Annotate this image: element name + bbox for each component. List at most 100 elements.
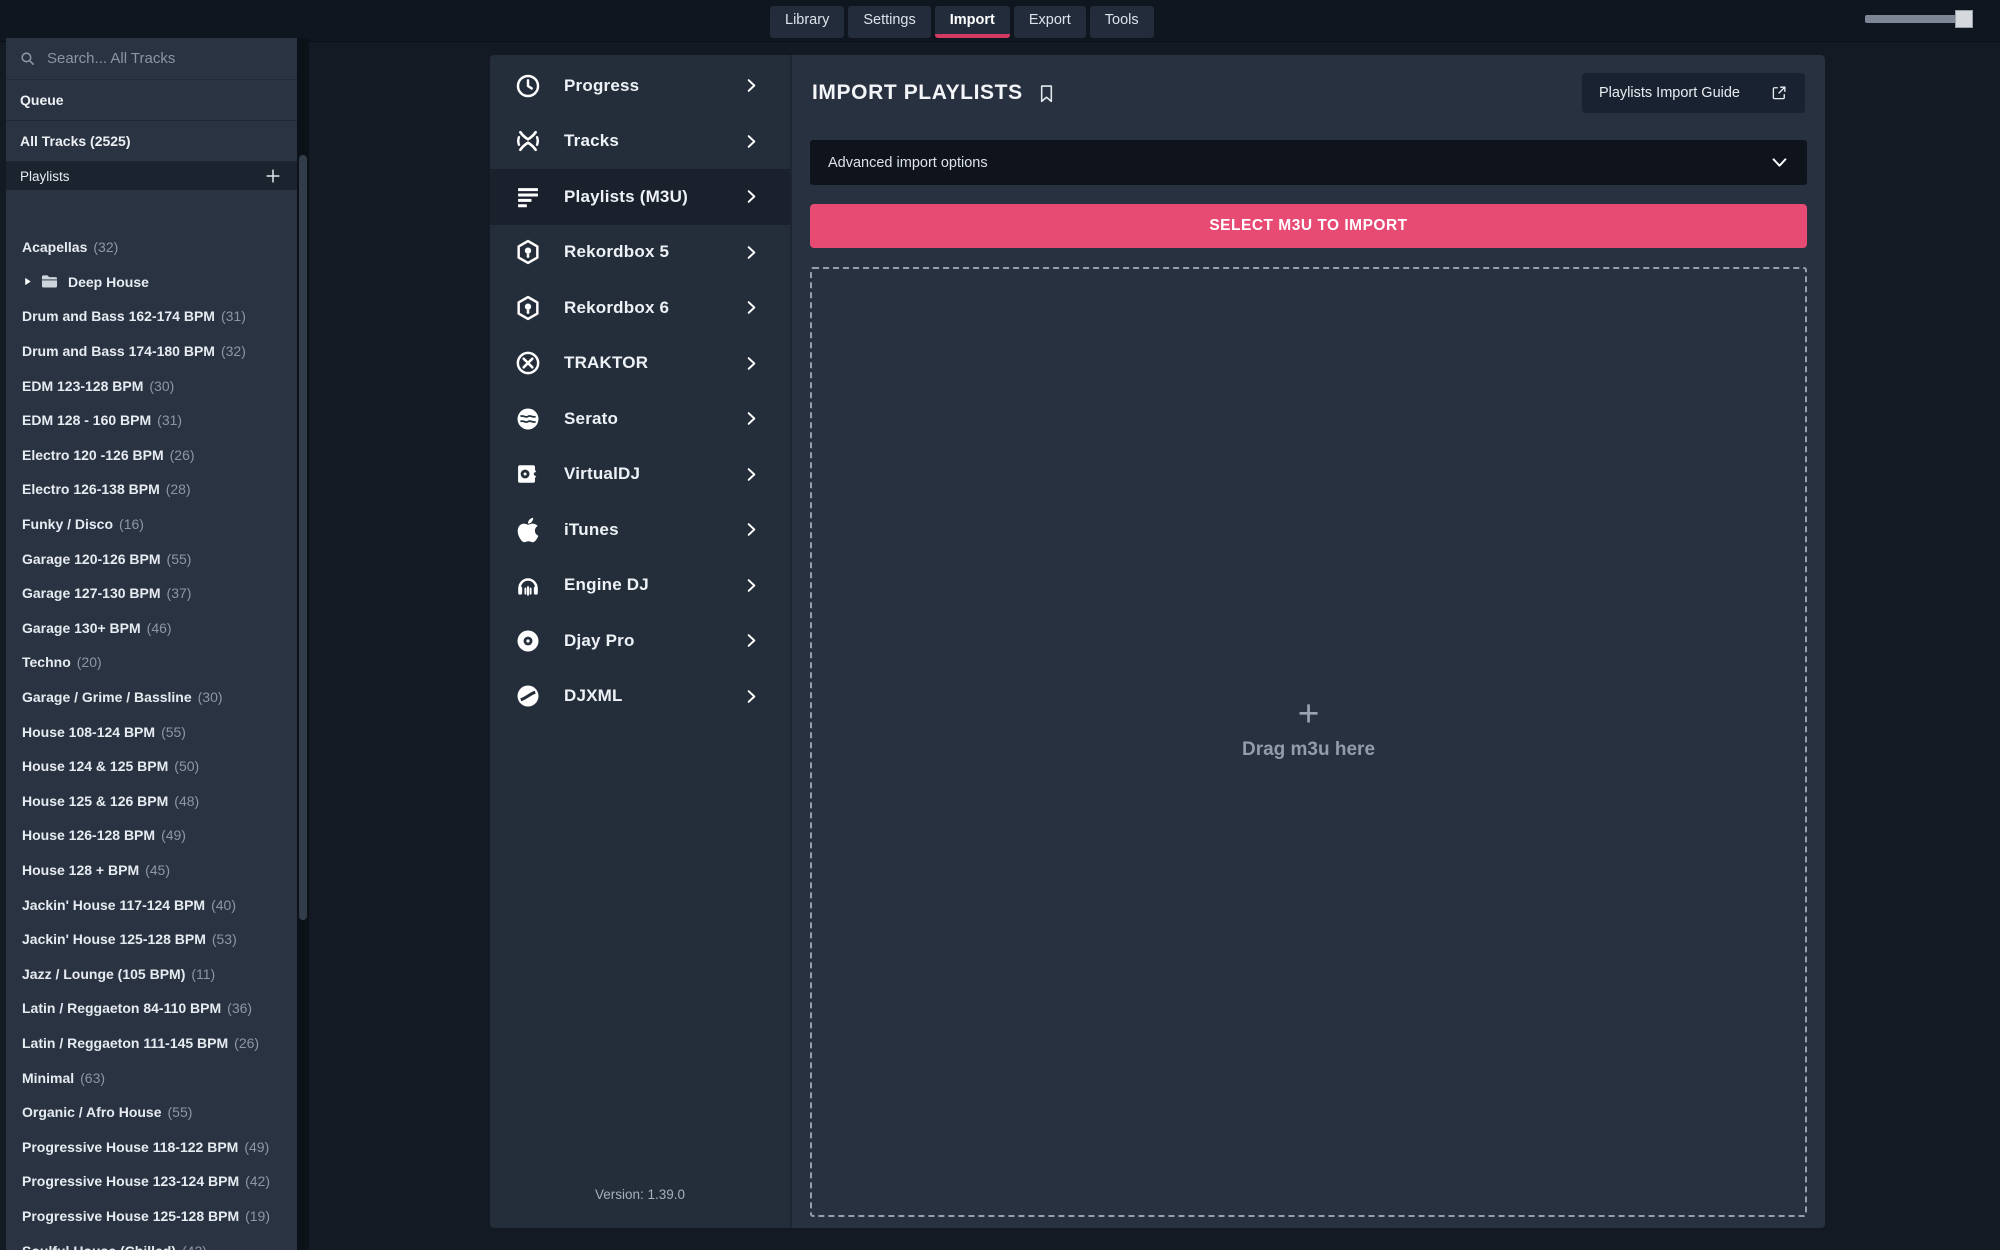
chevron-right-icon: [743, 632, 760, 649]
playlist-item[interactable]: Drum and Bass 174-180 BPM (32): [6, 334, 297, 369]
playlist-item[interactable]: Jackin' House 117-124 BPM (40): [6, 887, 297, 922]
sidebar-scrollbar[interactable]: [297, 38, 309, 1250]
import-source-item[interactable]: VirtualDJ: [490, 447, 790, 503]
select-m3u-button[interactable]: SELECT M3U TO IMPORT: [810, 204, 1807, 248]
playlist-item[interactable]: Electro 126-138 BPM (28): [6, 472, 297, 507]
playlist-item[interactable]: Garage 120-126 BPM (55): [6, 541, 297, 576]
import-source-item[interactable]: Serato: [490, 391, 790, 447]
bookmark-icon[interactable]: [1036, 83, 1057, 104]
playlist-count: (42): [182, 1243, 207, 1250]
playlist-name: House 126-128 BPM: [22, 827, 155, 843]
source-label: Djay Pro: [564, 631, 635, 651]
playlists-import-guide-button[interactable]: Playlists Import Guide: [1582, 73, 1805, 113]
playlist-name: Jackin' House 117-124 BPM: [22, 897, 205, 913]
source-label: Tracks: [564, 131, 619, 151]
import-source-item[interactable]: Rekordbox 6: [490, 280, 790, 336]
virtualdj-icon: [512, 458, 544, 490]
tab-tools[interactable]: Tools: [1090, 6, 1154, 38]
chevron-right-icon: [743, 521, 760, 538]
playlist-item[interactable]: Organic / Afro House (55): [6, 1095, 297, 1130]
tab-import[interactable]: Import: [935, 6, 1010, 38]
playlist-item[interactable]: House 125 & 126 BPM (48): [6, 784, 297, 819]
playlist-item[interactable]: Latin / Reggaeton 84-110 BPM (36): [6, 991, 297, 1026]
import-sources-list: Progress Tracks Playlists (M3U) Rekordbo…: [490, 55, 790, 724]
chevron-right-icon: [743, 133, 760, 150]
playlists-section-header[interactable]: Playlists: [6, 162, 297, 190]
import-source-item[interactable]: TRAKTOR: [490, 336, 790, 392]
search-input[interactable]: [47, 50, 284, 67]
djxml-icon: [512, 680, 544, 712]
sidebar-item-queue[interactable]: Queue: [6, 80, 297, 121]
rekordbox-icon: [512, 292, 544, 324]
playlist-item[interactable]: Jazz / Lounge (105 BPM) (11): [6, 956, 297, 991]
tab-settings[interactable]: Settings: [848, 6, 930, 38]
chevron-right-icon: [743, 688, 760, 705]
playlist-item[interactable]: Progressive House 118-122 BPM (49): [6, 1129, 297, 1164]
playlist-count: (32): [221, 343, 246, 359]
playlist-tree: Acapellas (32) Deep House Drum and Bass …: [6, 230, 297, 1250]
playlist-item[interactable]: Funky / Disco (16): [6, 507, 297, 542]
import-source-item[interactable]: Djay Pro: [490, 613, 790, 669]
playlist-name: Soulful House (Chilled): [22, 1243, 176, 1250]
playlist-name: Acapellas: [22, 239, 87, 255]
playlist-item[interactable]: Soulful House (Chilled) (42): [6, 1233, 297, 1250]
zoom-slider-thumb[interactable]: [1955, 10, 1973, 28]
import-source-item[interactable]: Playlists (M3U): [490, 169, 790, 225]
playlist-count: (50): [174, 758, 199, 774]
playlist-name: Organic / Afro House: [22, 1104, 162, 1120]
topbar-tab-label: Settings: [863, 12, 915, 28]
playlist-count: (19): [245, 1208, 270, 1224]
playlist-item[interactable]: Garage 130+ BPM (46): [6, 611, 297, 646]
playlist-name: House 124 & 125 BPM: [22, 758, 168, 774]
playlist-lines-icon: [512, 181, 544, 213]
playlist-folder[interactable]: Deep House: [6, 265, 297, 300]
playlist-item[interactable]: Electro 120 -126 BPM (26): [6, 438, 297, 473]
source-label: DJXML: [564, 686, 623, 706]
m3u-dropzone[interactable]: + Drag m3u here: [810, 267, 1807, 1217]
import-source-item[interactable]: Progress: [490, 58, 790, 114]
import-source-item[interactable]: Tracks: [490, 114, 790, 170]
playlist-name: EDM 128 - 160 BPM: [22, 412, 151, 428]
playlist-item[interactable]: Garage 127-130 BPM (37): [6, 576, 297, 611]
external-link-icon: [1770, 84, 1788, 102]
source-label: Progress: [564, 76, 639, 96]
playlist-item[interactable]: Garage / Grime / Bassline (30): [6, 680, 297, 715]
zoom-slider[interactable]: [1865, 15, 1967, 23]
playlist-item[interactable]: Progressive House 123-124 BPM (42): [6, 1164, 297, 1199]
expand-triangle-icon[interactable]: [22, 276, 33, 287]
playlist-item[interactable]: House 128 + BPM (45): [6, 853, 297, 888]
playlist-item[interactable]: EDM 128 - 160 BPM (31): [6, 403, 297, 438]
playlist-item[interactable]: Progressive House 125-128 BPM (19): [6, 1199, 297, 1234]
sidebar-scrollbar-thumb[interactable]: [299, 155, 307, 920]
playlist-item[interactable]: Drum and Bass 162-174 BPM (31): [6, 299, 297, 334]
tab-export[interactable]: Export: [1014, 6, 1086, 38]
advanced-options-label: Advanced import options: [828, 155, 988, 171]
import-source-item[interactable]: iTunes: [490, 502, 790, 558]
playlist-item[interactable]: House 108-124 BPM (55): [6, 714, 297, 749]
import-sources-column: Progress Tracks Playlists (M3U) Rekordbo…: [490, 55, 790, 1228]
import-source-item[interactable]: DJXML: [490, 669, 790, 725]
playlist-item[interactable]: EDM 123-128 BPM (30): [6, 368, 297, 403]
playlist-item[interactable]: House 126-128 BPM (49): [6, 818, 297, 853]
advanced-import-options-toggle[interactable]: Advanced import options: [810, 140, 1807, 185]
import-source-item[interactable]: Rekordbox 5: [490, 225, 790, 281]
tab-library[interactable]: Library: [770, 6, 844, 38]
playlist-name: Deep House: [68, 274, 149, 290]
playlist-name: Techno: [22, 654, 71, 670]
playlist-item[interactable]: Jackin' House 125-128 BPM (53): [6, 922, 297, 957]
chevron-right-icon: [743, 577, 760, 594]
chevron-right-icon: [743, 188, 760, 205]
playlist-item[interactable]: House 124 & 125 BPM (50): [6, 749, 297, 784]
playlist-item[interactable]: Techno (20): [6, 645, 297, 680]
sidebar-item-all-tracks[interactable]: All Tracks (2525): [6, 121, 297, 162]
source-label: Rekordbox 5: [564, 242, 669, 262]
playlist-count: (37): [167, 585, 192, 601]
import-source-item[interactable]: Engine DJ: [490, 558, 790, 614]
page-title: IMPORT PLAYLISTS: [812, 81, 1023, 105]
playlist-item[interactable]: Acapellas (32): [6, 230, 297, 265]
playlist-name: Garage 130+ BPM: [22, 620, 141, 636]
playlist-item[interactable]: Minimal (63): [6, 1060, 297, 1095]
playlist-item[interactable]: Latin / Reggaeton 111-145 BPM (26): [6, 1026, 297, 1061]
add-playlist-button[interactable]: [263, 166, 283, 186]
chevron-right-icon: [743, 466, 760, 483]
